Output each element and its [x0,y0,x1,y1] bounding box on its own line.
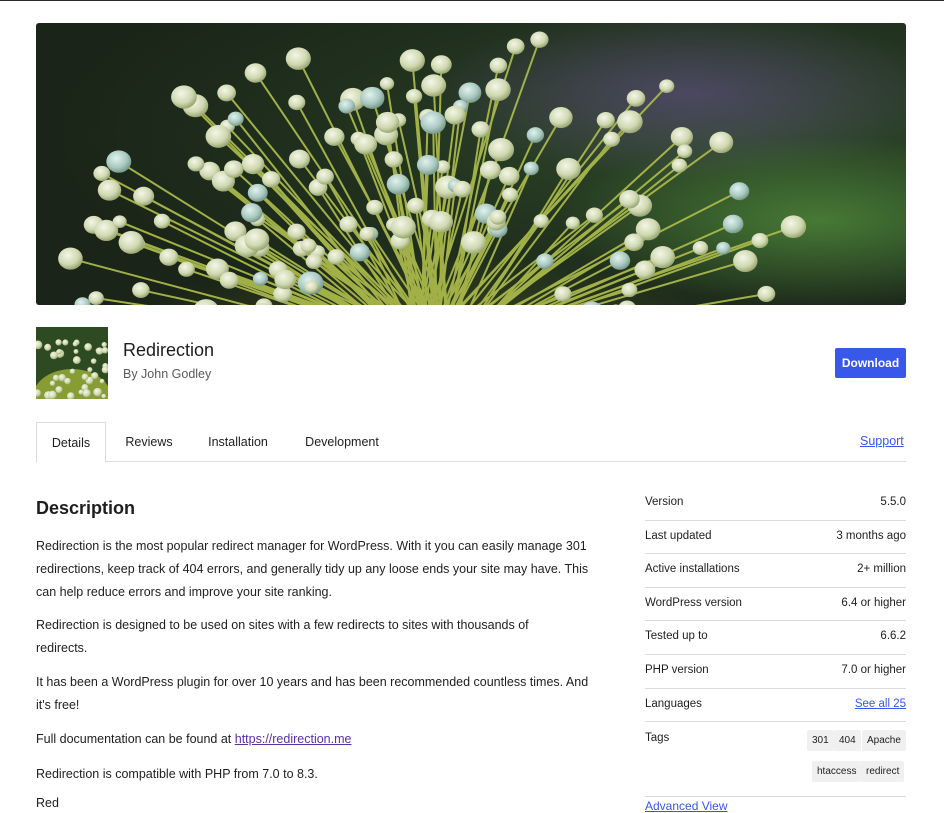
meta-key: Last updated [645,530,712,542]
see-all-languages-link[interactable]: See all 25 [855,698,906,710]
description-paragraph: Redirection is the most popular redirect… [36,535,606,604]
description-paragraph: It has been a WordPress plugin for over … [36,671,606,717]
meta-key: Tags [645,732,669,744]
meta-key: WordPress version [645,597,742,609]
meta-value: 5.5.0 [880,496,906,508]
tab-reviews[interactable]: Reviews [114,422,184,461]
tag-htaccess[interactable]: htaccess [812,761,861,782]
tab-details[interactable]: Details [36,422,106,463]
tag-redirect[interactable]: redirect [861,761,904,782]
documentation-text: Full documentation can be found at [36,732,235,746]
meta-key: PHP version [645,664,709,676]
meta-value: 6.4 or higher [841,597,906,609]
tab-installation[interactable]: Installation [196,422,280,461]
meta-tested-up-to: Tested up to 6.6.2 [645,621,906,655]
description-paragraph: Redirection is designed to be used on si… [36,614,536,660]
meta-key: Version [645,496,683,508]
meta-value: 7.0 or higher [841,664,906,676]
download-button[interactable]: Download [835,348,906,378]
meta-version: Version 5.5.0 [645,487,906,521]
meta-value: 2+ million [857,563,906,575]
meta-last-updated: Last updated 3 months ago [645,521,906,555]
tabs-divider [36,461,906,462]
tag-301[interactable]: 301 [807,730,834,751]
meta-languages: Languages See all 25 [645,689,906,723]
meta-key: Active installations [645,563,740,575]
tab-development[interactable]: Development [293,422,391,461]
meta-value: 6.6.2 [880,630,906,642]
description-paragraph: Full documentation can be found at https… [36,728,606,751]
meta-php-version: PHP version 7.0 or higher [645,655,906,689]
plugin-author: By John Godley [123,367,211,381]
documentation-link[interactable]: https://redirection.me [235,732,352,746]
plugin-title: Redirection [123,340,214,361]
support-link[interactable]: Support [860,434,904,448]
tag-404[interactable]: 404 [834,730,861,751]
next-section-heading: Red [36,796,59,810]
plugin-banner-image [36,23,906,305]
tag-apache[interactable]: Apache [862,730,906,751]
plugin-icon [36,327,108,399]
meta-tags: Tags 301 404 Apache htaccess redirect [645,722,906,797]
description-heading: Description [36,498,135,519]
meta-key: Tested up to [645,630,708,642]
description-paragraph: Redirection is compatible with PHP from … [36,763,606,786]
top-border [0,0,944,1]
meta-value: 3 months ago [836,530,906,542]
meta-key: Languages [645,698,702,710]
plugin-meta: Version 5.5.0 Last updated 3 months ago … [645,487,906,797]
meta-active-installations: Active installations 2+ million [645,554,906,588]
advanced-view-link[interactable]: Advanced View [645,799,728,813]
meta-wordpress-version: WordPress version 6.4 or higher [645,588,906,622]
